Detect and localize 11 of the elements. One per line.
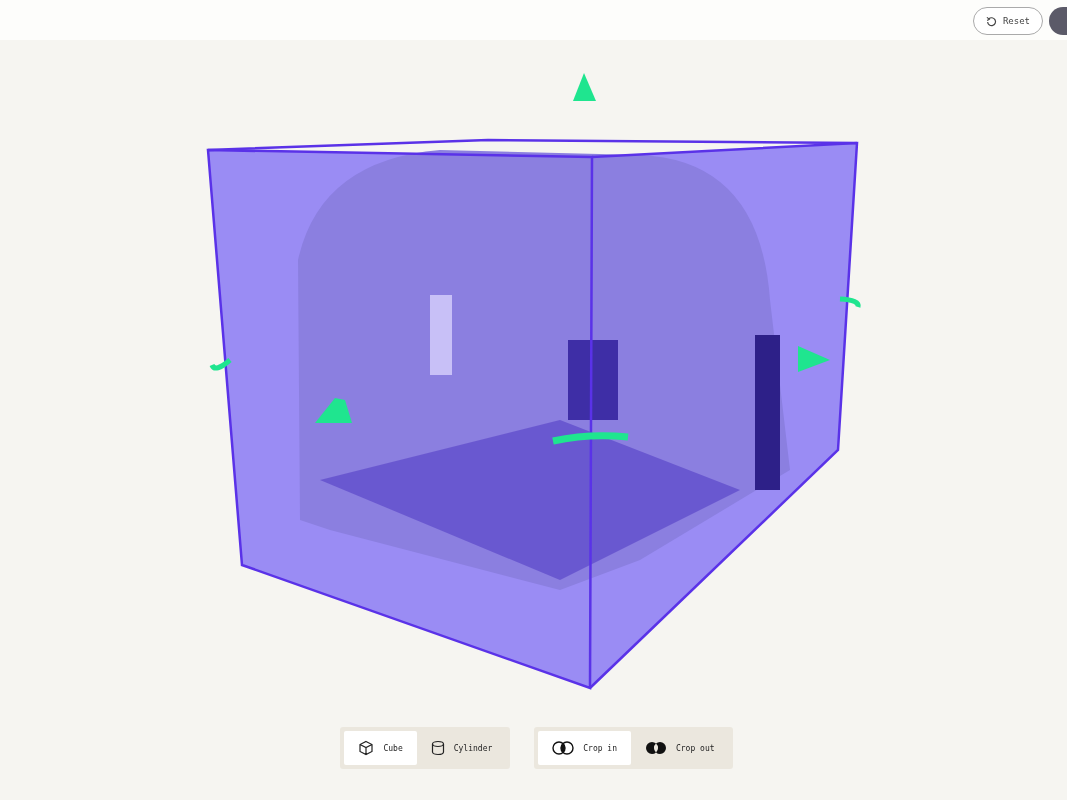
overlap-circles-icon [645,741,667,755]
shape-option[interactable]: Cylinder [416,731,507,765]
cube-icon [358,740,375,756]
crop-option[interactable]: Crop in [538,731,631,765]
overlap-circles-icon [552,741,575,755]
undo-icon [985,15,997,27]
avatar[interactable] [1049,7,1067,35]
cylinder-icon [430,740,445,756]
reset-button[interactable]: Reset [972,7,1043,35]
shape-option[interactable]: Cube [344,731,417,765]
crop-option[interactable]: Crop out [631,731,729,765]
